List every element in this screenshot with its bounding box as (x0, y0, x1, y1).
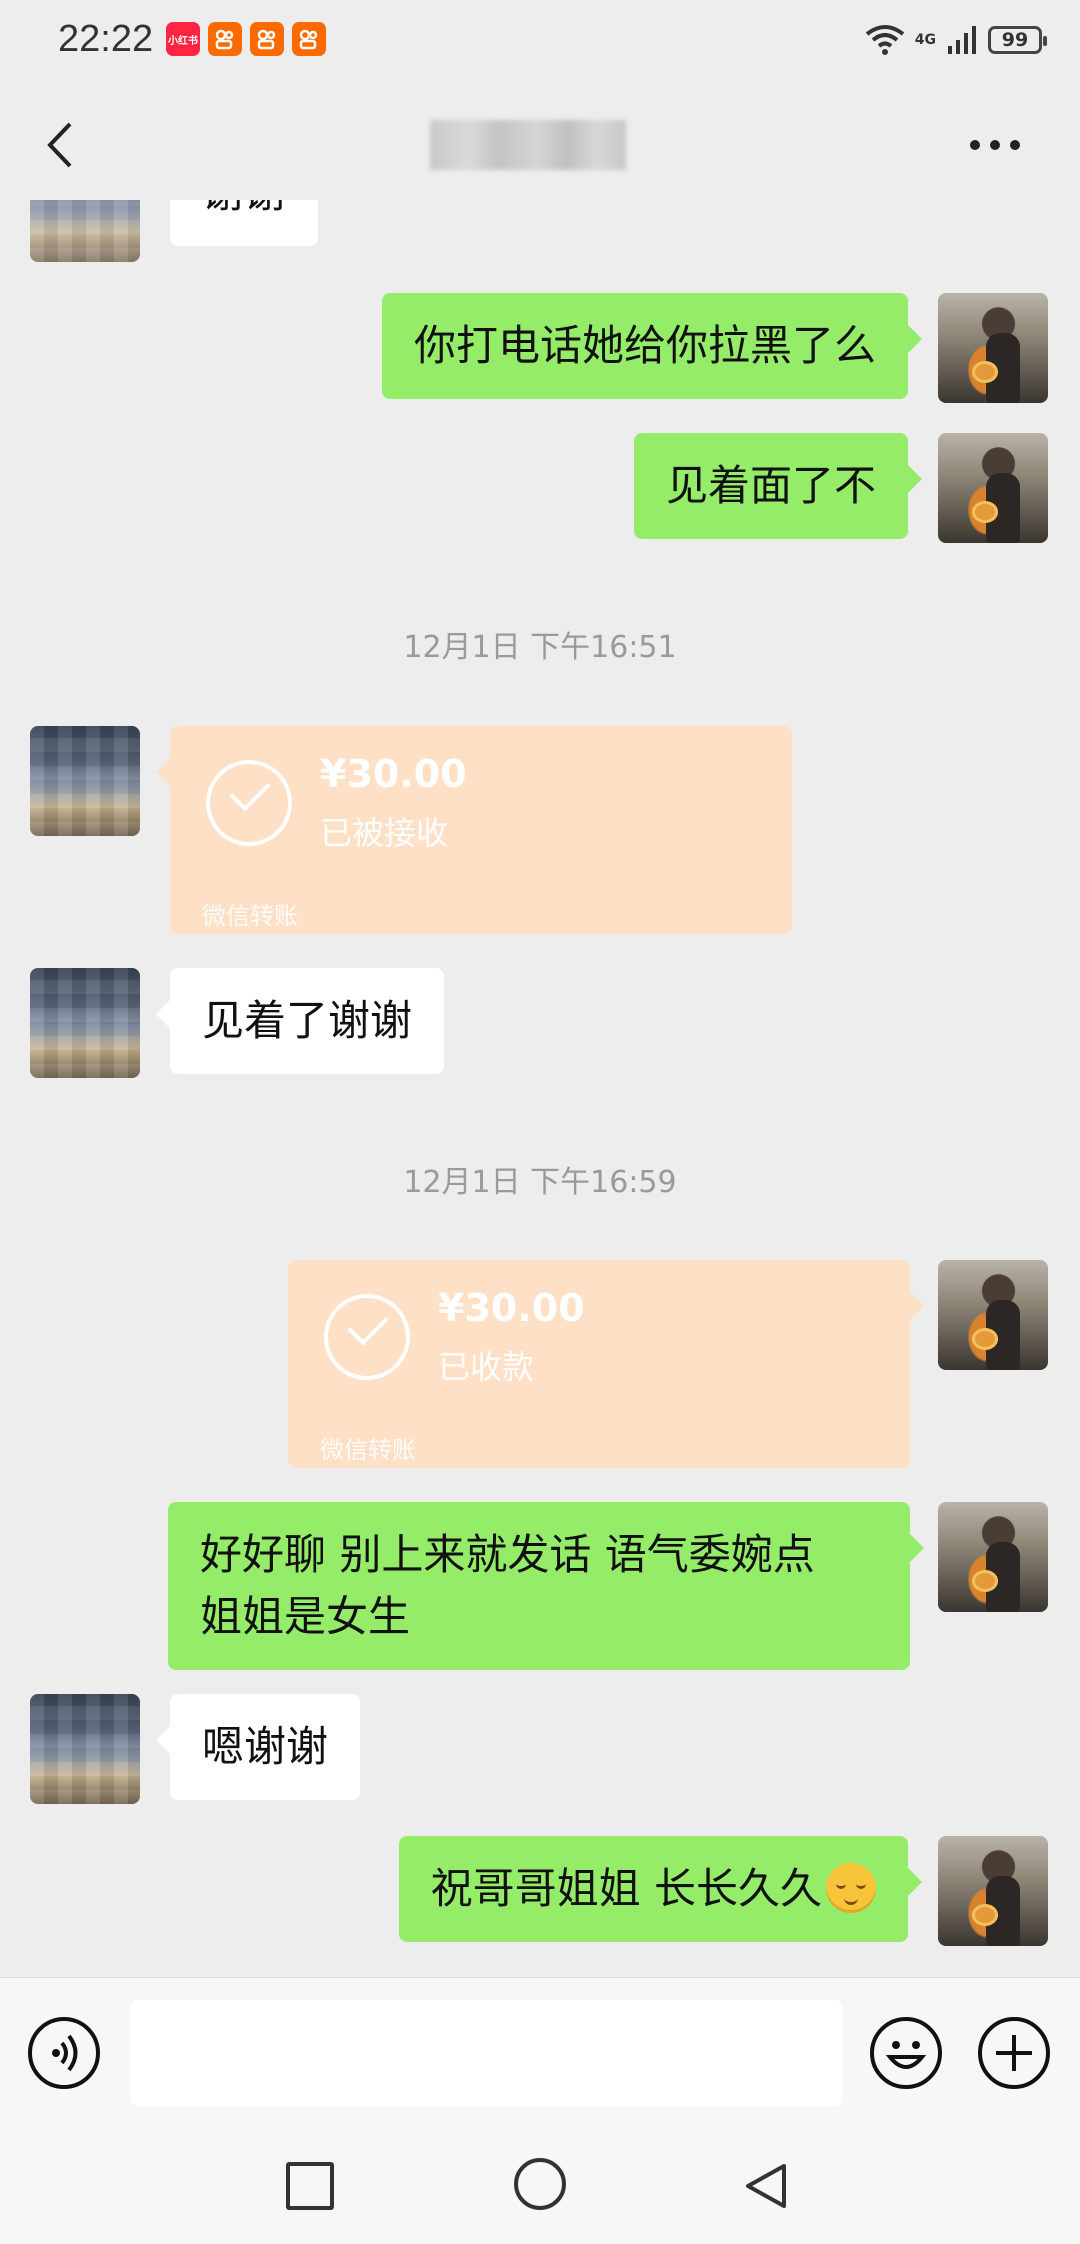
check-circle-icon (206, 760, 292, 846)
message-bubble-received[interactable]: 见着了谢谢 (155, 968, 445, 1074)
check-circle-icon (324, 1294, 410, 1380)
my-avatar[interactable] (938, 1502, 1048, 1612)
triangle-back-icon (746, 2164, 786, 2208)
status-bar: 22:22 小红书 4G 99 (0, 0, 1080, 80)
message-timestamp: 12月1日 下午16:51 (403, 630, 677, 665)
transfer-card-sent[interactable]: ¥30.00 已收款 微信转账 (288, 1260, 924, 1468)
chat-header (0, 80, 1080, 210)
transfer-label: 微信转账 (320, 1436, 416, 1464)
kuaishou-app-icon (250, 22, 284, 56)
contact-avatar[interactable] (30, 968, 140, 1078)
transfer-status: 已收款 (438, 1348, 535, 1386)
back-button[interactable] (38, 120, 88, 170)
my-avatar[interactable] (938, 1836, 1048, 1946)
kuaishou-app-icon (292, 22, 326, 56)
message-timestamp: 12月1日 下午16:59 (403, 1165, 677, 1200)
status-indicators: 4G 99 (865, 20, 1047, 60)
my-avatar[interactable] (938, 433, 1048, 543)
plus-icon (996, 2035, 1032, 2071)
transfer-amount: ¥30.00 (320, 752, 467, 796)
battery-level: 99 (1001, 29, 1029, 51)
message-bubble-sent[interactable]: 见着面了不 (633, 433, 923, 539)
signal-icon (948, 26, 976, 54)
system-nav-bar (0, 2128, 1080, 2244)
message-bubble-sent[interactable]: 你打电话她给你拉黑了么 (381, 293, 923, 399)
message-bubble-received[interactable]: 谢谢 (170, 200, 319, 246)
smiling-face-emoji (826, 1863, 876, 1913)
my-avatar[interactable] (938, 293, 1048, 403)
battery-icon: 99 (988, 26, 1047, 54)
transfer-card-received[interactable]: ¥30.00 已被接收 微信转账 (156, 726, 792, 934)
status-time: 22:22 (58, 18, 154, 60)
transfer-status: 已被接收 (320, 814, 449, 852)
voice-button[interactable] (28, 2017, 100, 2089)
contact-avatar[interactable] (30, 1694, 140, 1804)
my-avatar[interactable] (938, 1260, 1048, 1370)
home-button[interactable] (514, 2158, 566, 2210)
emoji-icon (885, 2041, 927, 2069)
message-bubble-received[interactable]: 嗯谢谢 (155, 1694, 361, 1800)
plus-button[interactable] (978, 2017, 1050, 2089)
more-dots-icon (970, 140, 980, 150)
chat-messages[interactable]: 谢谢 你打电话她给你拉黑了么 见着面了不 12月1日 下午16:51 ¥30.0… (0, 200, 1080, 1975)
transfer-label: 微信转账 (202, 902, 298, 930)
more-options-button[interactable] (970, 140, 1030, 154)
wifi-icon (865, 25, 904, 55)
contact-avatar[interactable] (30, 200, 140, 262)
recent-apps-button[interactable] (286, 2162, 334, 2210)
contact-name-blurred (430, 120, 626, 170)
xiaohongshu-app-icon: 小红书 (166, 22, 200, 56)
back-nav-button[interactable] (742, 2162, 790, 2210)
kuaishou-app-icon (208, 22, 242, 56)
chevron-left-icon (47, 122, 72, 168)
voice-icon (52, 2034, 78, 2072)
message-bubble-sent[interactable]: 好好聊 别上来就发话 语气委婉点 姐姐是女生 (168, 1502, 924, 1670)
contact-avatar[interactable] (30, 726, 140, 836)
message-bubble-sent[interactable]: 祝哥哥姐姐 长长久久 (398, 1836, 923, 1942)
network-type: 4G (914, 32, 936, 48)
message-input[interactable] (130, 2000, 842, 2106)
emoji-button[interactable] (870, 2017, 942, 2089)
transfer-amount: ¥30.00 (438, 1286, 585, 1330)
input-bar (0, 1977, 1080, 2128)
